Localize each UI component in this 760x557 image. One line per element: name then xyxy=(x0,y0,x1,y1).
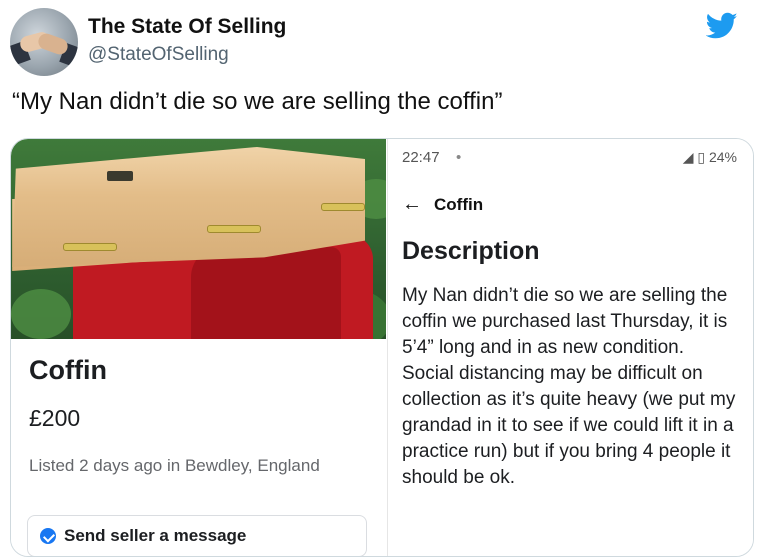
user-handle[interactable]: @StateOfSelling xyxy=(88,44,229,66)
nav-title: Coffin xyxy=(434,194,484,214)
coffin-photo xyxy=(11,139,386,339)
listing-meta: Listed 2 days ago in Bewdley, England xyxy=(29,456,320,475)
coffin-nameplate xyxy=(107,171,133,181)
back-arrow-icon[interactable]: ← xyxy=(402,193,422,216)
listing-price: £200 xyxy=(29,405,81,431)
top-nav: ← Coffin xyxy=(402,193,483,216)
description-body: My Nan didn’t die so we are selling the … xyxy=(402,285,736,488)
battery-status: ◢ ▯ 24% xyxy=(683,149,737,166)
coffin-handle xyxy=(63,243,117,251)
avatar[interactable] xyxy=(10,8,78,76)
phone-screenshot: 22:47 • ◢ ▯ 24% ← Coffin Description My … xyxy=(387,139,753,556)
send-message-button[interactable]: Send seller a message xyxy=(27,515,367,556)
marketplace-listing: Coffin £200 Listed 2 days ago in Bewdley… xyxy=(11,139,386,556)
messenger-icon xyxy=(40,528,56,544)
signal-icon: ◢ xyxy=(682,149,694,165)
listing-title: Coffin xyxy=(29,355,107,385)
description-heading: Description xyxy=(402,237,540,265)
coffin-handle xyxy=(321,203,365,211)
coffin-handle xyxy=(207,225,261,233)
display-name[interactable]: The State Of Selling xyxy=(88,15,286,39)
battery-icon: ▯ xyxy=(697,149,706,165)
twitter-bird-icon[interactable] xyxy=(706,12,738,40)
status-dot: • xyxy=(456,149,462,166)
tweet-image-card[interactable]: Coffin £200 Listed 2 days ago in Bewdley… xyxy=(10,138,754,557)
battery-percent: 24% xyxy=(708,149,737,165)
tweet-text: “My Nan didn’t die so we are selling the… xyxy=(12,88,503,115)
red-cloth-fold xyxy=(191,247,341,339)
status-time: 22:47 xyxy=(402,149,440,166)
send-message-label: Send seller a message xyxy=(64,526,247,545)
